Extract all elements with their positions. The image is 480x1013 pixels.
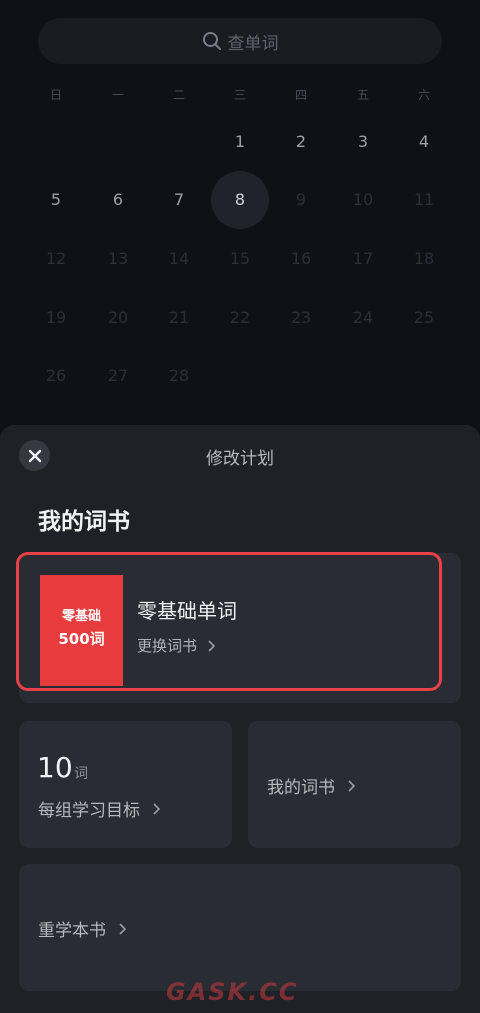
calendar-background: 查单词 日 一 二 三 四 五 六 1 2 3 4 5 6 7 8 9 10 1… (0, 0, 480, 430)
book-name: 零基础单词 (137, 599, 237, 623)
calendar-day-today[interactable]: 8 (218, 188, 262, 212)
goal-label-row: 每组学习目标 (38, 796, 160, 821)
group-goal-tile[interactable]: 10 词 每组学习目标 (19, 721, 232, 848)
search-placeholder: 查单词 (227, 33, 279, 54)
goal-unit: 词 (74, 766, 88, 782)
calendar-day[interactable]: 2 (279, 130, 323, 154)
chevron-right-icon (208, 639, 216, 652)
calendar-day[interactable]: 17 (341, 247, 385, 271)
book-cover-title: 零基础 (61, 608, 101, 624)
calendar-day[interactable]: 23 (279, 306, 323, 330)
weekday-label: 二 (172, 88, 185, 102)
weekday-label: 五 (356, 88, 369, 102)
weekday-label: 三 (233, 88, 246, 102)
weekday-label: 一 (111, 88, 124, 102)
calendar-day[interactable]: 9 (279, 188, 323, 212)
calendar-day[interactable]: 28 (157, 364, 201, 388)
weekday-label: 日 (49, 88, 62, 102)
calendar-day[interactable]: 7 (157, 188, 201, 212)
current-book-card[interactable]: 零基础 500词 零基础单词 更换词书 (16, 552, 442, 691)
calendar-day[interactable]: 22 (218, 306, 262, 330)
goal-label: 每组学习目标 (38, 801, 140, 821)
relearn-label: 重学本书 (38, 921, 106, 941)
calendar-day[interactable]: 26 (34, 364, 78, 388)
relearn-label-row: 重学本书 (38, 916, 126, 941)
weekday-header: 日 一 二 三 四 五 六 (0, 86, 480, 106)
calendar-day[interactable]: 6 (96, 188, 140, 212)
book-cover: 零基础 500词 (40, 575, 123, 686)
calendar-day[interactable]: 27 (96, 364, 140, 388)
search-bar[interactable]: 查单词 (38, 18, 442, 64)
sheet-title: 修改计划 (206, 449, 274, 469)
calendar-day[interactable]: 18 (402, 247, 446, 271)
weekday-label: 六 (417, 88, 430, 102)
calendar-day[interactable]: 19 (34, 306, 78, 330)
calendar-day[interactable]: 16 (279, 247, 323, 271)
calendar-day[interactable]: 5 (34, 188, 78, 212)
goal-number: 10 (37, 751, 73, 784)
calendar-day[interactable]: 20 (96, 306, 140, 330)
section-title-my-books: 我的词书 (38, 509, 130, 535)
calendar-day[interactable]: 12 (34, 247, 78, 271)
calendar-day[interactable]: 15 (218, 247, 262, 271)
calendar-day[interactable]: 24 (341, 306, 385, 330)
chevron-right-icon (153, 802, 160, 815)
chevron-right-icon (119, 922, 126, 935)
weekday-label: 四 (294, 88, 307, 102)
edit-plan-sheet: 修改计划 我的词书 零基础 500词 零基础单词 更换词书 10 词 每组学习目… (0, 425, 480, 1013)
calendar-day[interactable]: 1 (218, 130, 262, 154)
relearn-book-tile[interactable]: 重学本书 (19, 864, 461, 991)
calendar-day[interactable]: 10 (341, 188, 385, 212)
my-books-label-row: 我的词书 (267, 773, 355, 798)
calendar-day[interactable]: 25 (402, 306, 446, 330)
watermark: GASK.CC (166, 978, 299, 1006)
calendar-day[interactable]: 3 (341, 130, 385, 154)
calendar-day[interactable]: 4 (402, 130, 446, 154)
change-book-label: 更换词书 (137, 637, 198, 655)
my-books-label: 我的词书 (267, 778, 335, 798)
book-cover-count: 500词 (58, 629, 105, 648)
my-books-tile[interactable]: 我的词书 (248, 721, 461, 848)
chevron-right-icon (348, 779, 355, 792)
calendar-day[interactable]: 14 (157, 247, 201, 271)
calendar-day[interactable]: 11 (402, 188, 446, 212)
calendar-day[interactable]: 13 (96, 247, 140, 271)
search-icon (202, 32, 221, 50)
calendar-day[interactable]: 21 (157, 306, 201, 330)
change-book-link[interactable]: 更换词书 (137, 635, 216, 656)
